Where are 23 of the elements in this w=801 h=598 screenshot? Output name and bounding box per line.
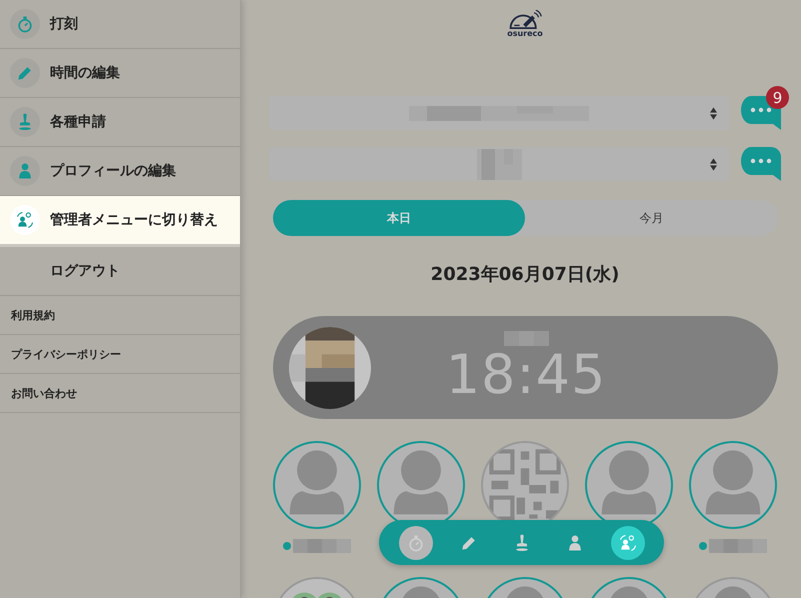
nav-button[interactable] (610, 526, 644, 560)
date-heading: 2023年06月07日(水) (430, 263, 620, 286)
sort-arrows-icon (710, 107, 717, 120)
menu-link[interactable]: 利用規約 (0, 296, 240, 335)
admin-icon (618, 532, 638, 552)
menu-link[interactable]: プライバシーポリシー (0, 335, 240, 374)
logo-icon (507, 10, 543, 30)
notification-badge: 9 (766, 86, 789, 109)
menu-item[interactable]: 各種申請 (0, 98, 240, 147)
menu-item[interactable]: 管理者メニューに切り替え (0, 196, 240, 247)
menu-item[interactable]: 打刻 (0, 0, 240, 49)
tab[interactable]: 今月 (525, 200, 778, 236)
menu-item[interactable]: 時間の編集 (0, 49, 240, 98)
logo-text: osureco (507, 30, 543, 38)
menu-item[interactable]: ログアウト (0, 247, 240, 296)
dropdown-select[interactable] (269, 147, 729, 181)
clock-time: 18:45 (446, 346, 606, 404)
menu-link[interactable]: お問い合わせ (0, 374, 240, 413)
sort-arrows-icon (710, 158, 717, 171)
dropdown-select[interactable] (269, 96, 729, 130)
nav-button[interactable] (398, 526, 432, 560)
chat-icon[interactable] (741, 147, 781, 181)
admin-icon (15, 210, 35, 230)
